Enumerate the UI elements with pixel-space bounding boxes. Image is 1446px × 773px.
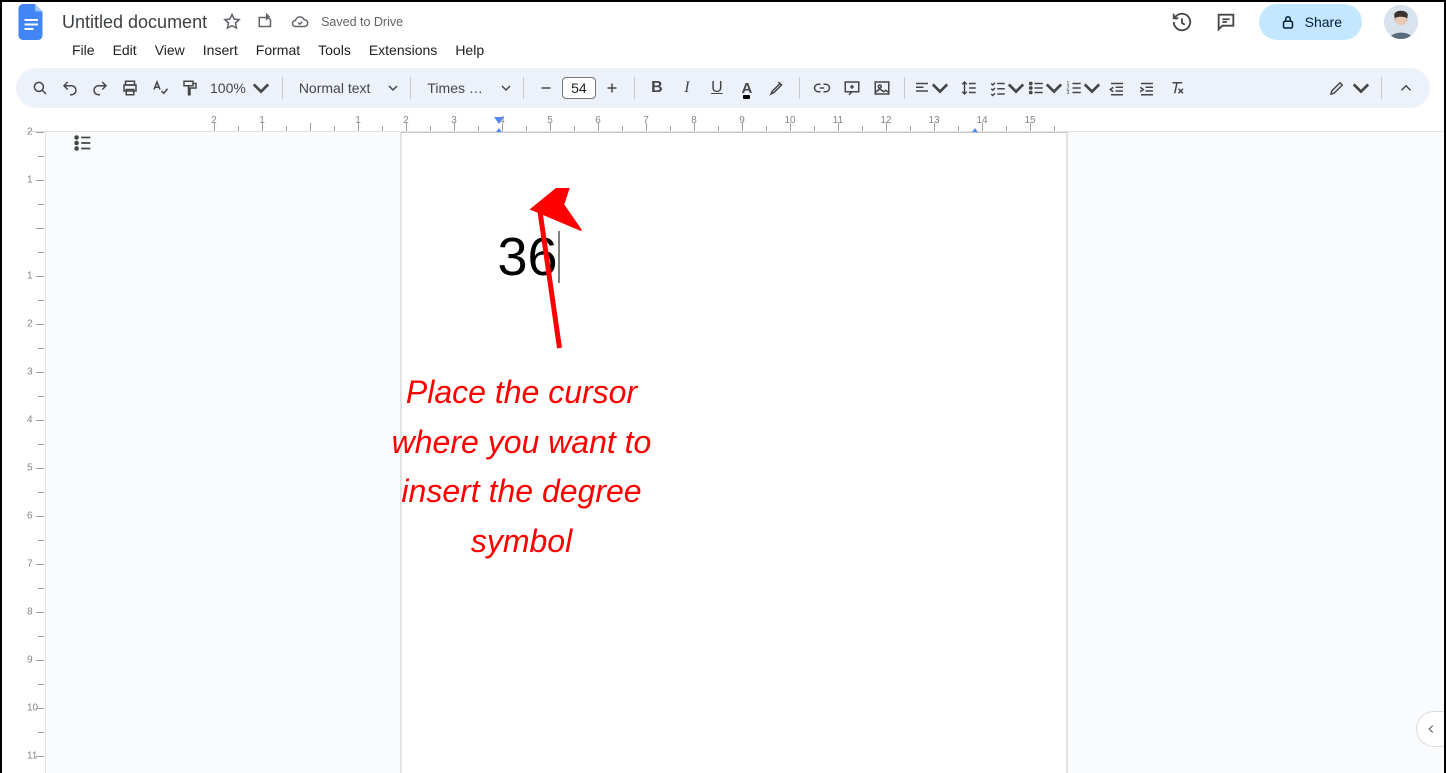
menu-help[interactable]: Help [447,38,492,62]
italic-button[interactable]: I [673,74,701,102]
move-icon[interactable] [257,13,275,31]
menu-edit[interactable]: Edit [105,38,145,62]
account-avatar[interactable] [1384,5,1418,39]
numbered-list-dropdown[interactable]: 123 [1065,74,1101,102]
font-family-value: Times … [427,80,482,96]
cloud-saved-icon[interactable] [291,13,309,31]
text-color-button[interactable]: A [733,74,761,102]
checklist-dropdown[interactable] [989,74,1025,102]
line-spacing-dropdown[interactable] [951,74,987,102]
star-icon[interactable] [223,13,241,31]
menu-bar: File Edit View Insert Format Tools Exten… [2,36,1444,68]
document-page[interactable]: 36 Place the cursor where you want to in… [401,132,1068,773]
zoom-dropdown[interactable]: 100% [206,74,274,102]
menu-extensions[interactable]: Extensions [361,38,445,62]
decrease-indent-button[interactable] [1103,74,1131,102]
editing-mode-dropdown[interactable] [1327,74,1371,102]
increase-indent-button[interactable] [1133,74,1161,102]
menu-file[interactable]: File [64,38,103,62]
annotation-line-4: symbol [322,517,722,567]
menu-tools[interactable]: Tools [310,38,359,62]
underline-button[interactable]: U [703,74,731,102]
font-family-dropdown[interactable]: Times … [419,80,514,96]
share-button[interactable]: Share [1259,4,1362,40]
paragraph-style-value: Normal text [299,80,371,96]
zoom-value: 100% [210,80,246,96]
menu-insert[interactable]: Insert [195,38,246,62]
vertical-ruler[interactable]: 2112345678910111213 [24,132,46,773]
insert-link-button[interactable] [808,74,836,102]
hide-side-panel-button[interactable] [1416,711,1444,747]
print-icon[interactable] [116,74,144,102]
comments-icon[interactable] [1215,11,1237,33]
annotation-line-3: insert the degree [322,467,722,517]
add-comment-button[interactable] [838,74,866,102]
search-menus-icon[interactable] [26,74,54,102]
align-dropdown[interactable] [913,74,949,102]
clear-formatting-button[interactable] [1163,74,1191,102]
redo-icon[interactable] [86,74,114,102]
document-title[interactable]: Untitled document [56,11,213,34]
annotation-text: Place the cursor where you want to inser… [322,368,722,566]
annotation-line-2: where you want to [322,418,722,468]
docs-logo[interactable] [12,2,52,42]
insert-image-button[interactable] [868,74,896,102]
spellcheck-icon[interactable] [146,74,174,102]
increase-font-size-button[interactable] [598,74,626,102]
annotation-arrow [462,188,582,358]
undo-icon[interactable] [56,74,84,102]
paragraph-style-dropdown[interactable]: Normal text [291,80,403,96]
share-label: Share [1305,14,1342,30]
history-icon[interactable] [1171,11,1193,33]
font-size-input[interactable]: 54 [562,77,596,99]
bold-button[interactable]: B [643,74,671,102]
annotation-line-1: Place the cursor [322,368,722,418]
toolbar: 100% Normal text Times … 54 B I U A 123 [16,68,1430,108]
bulleted-list-dropdown[interactable] [1027,74,1063,102]
paint-format-icon[interactable] [176,74,204,102]
decrease-font-size-button[interactable] [532,74,560,102]
horizontal-ruler[interactable]: 21123456789101112131415 [24,116,1444,132]
menu-format[interactable]: Format [248,38,308,62]
save-status: Saved to Drive [321,15,403,29]
menu-view[interactable]: View [147,38,193,62]
highlight-color-button[interactable] [763,74,791,102]
collapse-toolbar-button[interactable] [1392,74,1420,102]
svg-text:3: 3 [1066,90,1069,96]
